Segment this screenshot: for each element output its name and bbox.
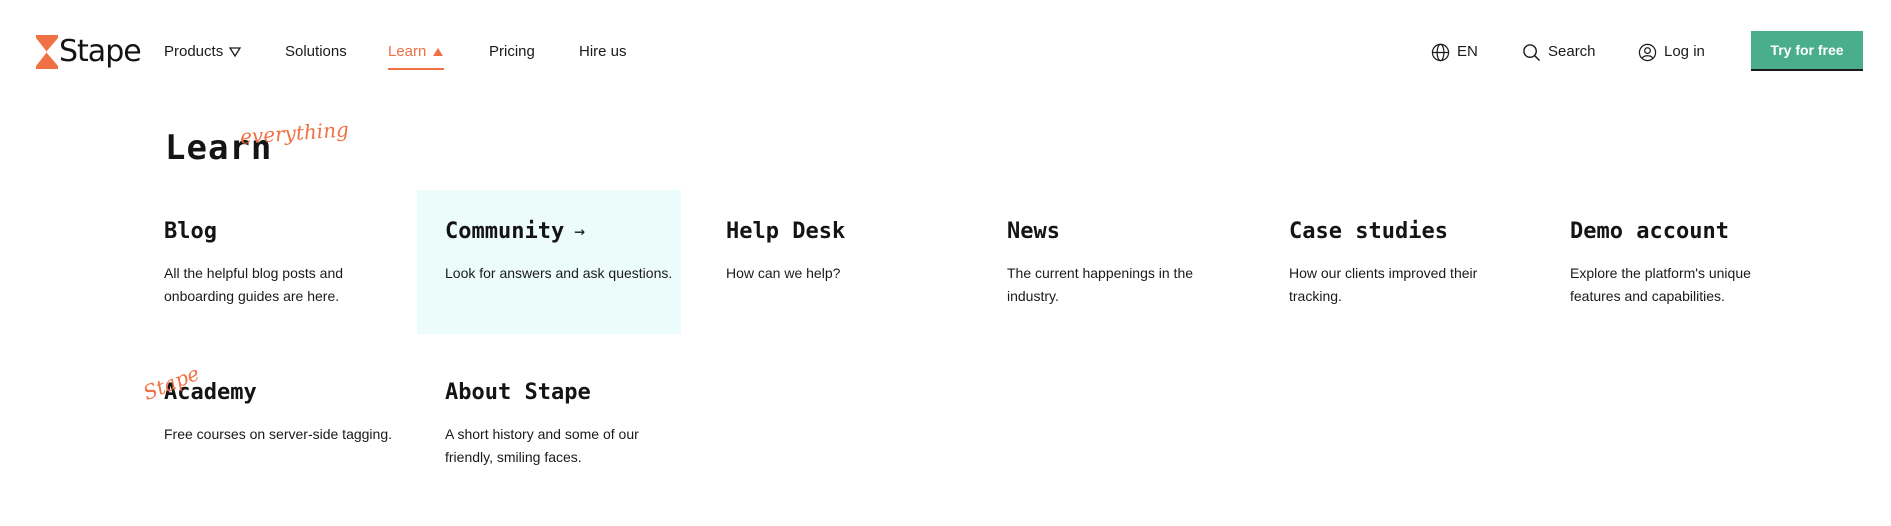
- nav-pricing-label: Pricing: [489, 43, 535, 60]
- card-description: How our clients improved their tracking.: [1289, 265, 1478, 304]
- card-title-text: Case studies: [1289, 219, 1448, 244]
- card-title: About Stape: [445, 379, 681, 407]
- language-selector[interactable]: EN: [1431, 40, 1478, 64]
- card-description: Explore the platform's unique features a…: [1570, 265, 1751, 304]
- language-label: EN: [1457, 43, 1478, 60]
- nav-learn[interactable]: Learn: [388, 40, 445, 70]
- card-title-text: Community: [445, 219, 565, 244]
- chevron-down-icon: [229, 47, 242, 57]
- nav-hire-us-label: Hire us: [579, 43, 627, 60]
- card-description: The current happenings in the industry.: [1007, 265, 1194, 304]
- search-button[interactable]: Search: [1522, 40, 1596, 64]
- try-for-free-button[interactable]: Try for free: [1751, 31, 1863, 71]
- chevron-up-icon: [433, 48, 444, 56]
- site-header: Stape Products Solutions Learn Pricing H…: [0, 0, 1891, 105]
- card-case-studies[interactable]: Case studies How our clients improved th…: [1261, 190, 1525, 334]
- nav-products[interactable]: Products: [164, 40, 242, 64]
- card-description: Look for answers and ask questions.: [445, 265, 673, 281]
- card-blog[interactable]: Blog All the helpful blog posts and onbo…: [136, 190, 400, 334]
- card-title-text: Help Desk: [726, 219, 846, 244]
- card-help-desk[interactable]: Help Desk How can we help?: [698, 190, 962, 334]
- user-icon: [1638, 43, 1657, 61]
- nav-hire-us[interactable]: Hire us: [579, 40, 627, 64]
- stape-logo[interactable]: Stape: [36, 34, 142, 70]
- card-title: Community →: [445, 218, 681, 246]
- card-title-text: About Stape: [445, 380, 591, 405]
- search-label: Search: [1548, 43, 1596, 60]
- card-description: How can we help?: [726, 265, 841, 281]
- card-title: News: [1007, 218, 1243, 246]
- stape-logo-icon: [36, 35, 58, 69]
- card-title: Case studies: [1289, 218, 1525, 246]
- nav-products-label: Products: [164, 43, 224, 60]
- search-icon: [1523, 43, 1540, 61]
- card-about-stape[interactable]: About Stape A short history and some of …: [417, 351, 681, 495]
- nav-solutions-label: Solutions: [285, 43, 347, 60]
- login-label: Log in: [1664, 43, 1705, 60]
- login-button[interactable]: Log in: [1638, 40, 1705, 64]
- nav-solutions[interactable]: Solutions: [285, 40, 347, 64]
- card-description: Free courses on server-side tagging.: [164, 426, 392, 442]
- nav-learn-label: Learn: [388, 43, 427, 60]
- card-title-text: Blog: [164, 219, 217, 244]
- card-title-text: News: [1007, 219, 1060, 244]
- card-description: A short history and some of our friendly…: [445, 426, 639, 465]
- card-description: All the helpful blog posts and onboardin…: [164, 265, 344, 304]
- nav-pricing[interactable]: Pricing: [489, 40, 535, 64]
- card-community[interactable]: Community → Look for answers and ask que…: [417, 190, 681, 334]
- globe-icon: [1431, 43, 1450, 61]
- arrow-right-icon: →: [574, 221, 586, 242]
- card-news[interactable]: News The current happenings in the indus…: [979, 190, 1243, 334]
- logo-text: Stape: [59, 34, 142, 69]
- card-demo-account[interactable]: Demo account Explore the platform's uniq…: [1542, 190, 1806, 334]
- card-title: Help Desk: [726, 218, 962, 246]
- card-title: Blog: [164, 218, 400, 246]
- card-title-text: Demo account: [1570, 219, 1729, 244]
- card-title: Demo account: [1570, 218, 1806, 246]
- heading-script-label: everything: [239, 117, 350, 149]
